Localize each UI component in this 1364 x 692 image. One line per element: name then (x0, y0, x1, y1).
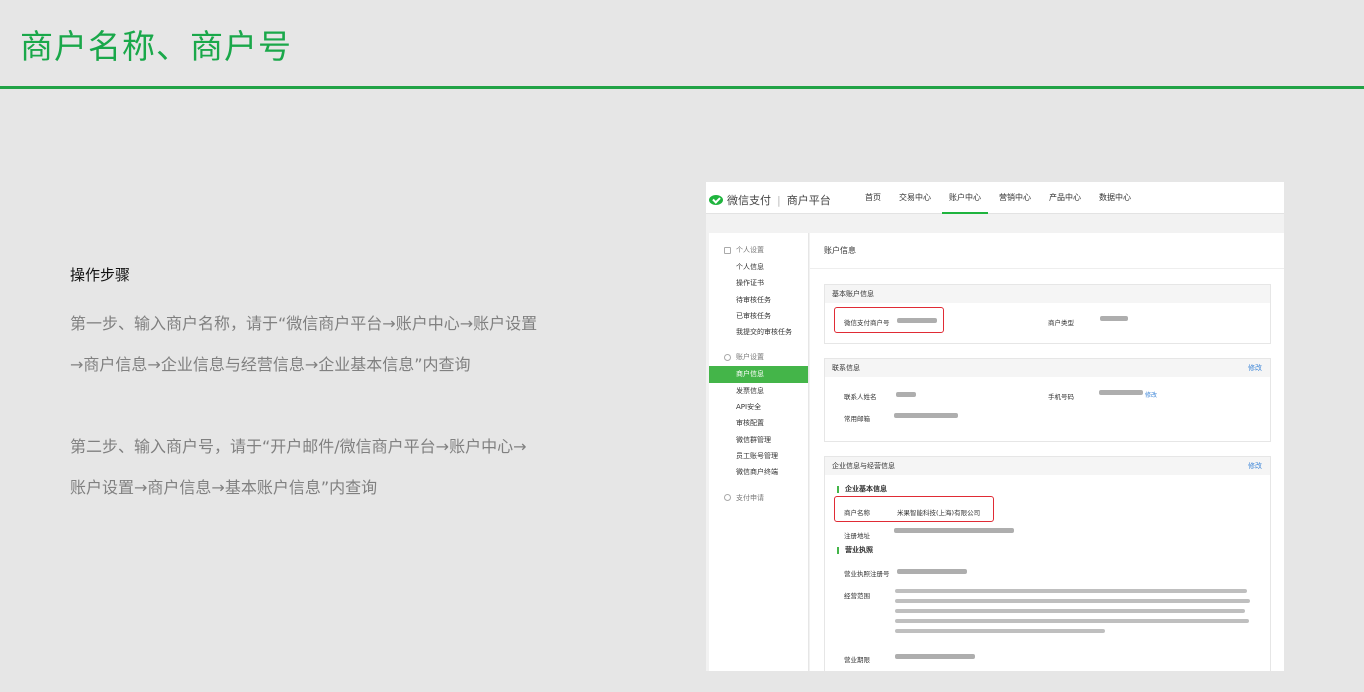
nav-account-center[interactable]: 账户中心 (940, 182, 990, 214)
contact-name-label: 联系人姓名 (844, 393, 877, 401)
brand-separator: | (777, 193, 781, 207)
step2-line2: 账户设置→商户信息→基本账户信息”内查询 (70, 478, 378, 497)
grid-icon (724, 246, 731, 254)
company-card: 企业信息与经营信息 修改 企业基本信息 商户名称 米果智能科技(上海)有限公司 … (824, 456, 1271, 671)
nav-products[interactable]: 产品中心 (1040, 182, 1090, 214)
address-label: 注册地址 (844, 532, 870, 540)
top-navbar: 微信支付 | 商户平台 首页 交易中心 账户中心 营销中心 产品中心 数据中心 (706, 182, 1284, 214)
sidebar-item-wechat-group[interactable]: 微信群管理 (709, 432, 808, 448)
instructions-heading: 操作步骤 (70, 266, 131, 284)
step1-line1: 第一步、输入商户名称，请于“微信商户平台→账户中心→账户设置 (70, 314, 538, 333)
company-edit-link[interactable]: 修改 (1248, 457, 1262, 475)
sidebar-item-certificate[interactable]: 操作证书 (709, 275, 808, 291)
company-basic-subheading: 企业基本信息 (837, 486, 887, 493)
sidebar-item-invoice[interactable]: 发票信息 (709, 383, 808, 399)
card-title-text: 联系信息 (832, 364, 860, 372)
email-redacted (894, 413, 958, 418)
nav-marketing[interactable]: 营销中心 (990, 182, 1040, 214)
sidebar-group-label: 支付申请 (736, 493, 764, 502)
sidebar-item-reviewed[interactable]: 已审核任务 (709, 308, 808, 324)
title-divider (0, 86, 1364, 89)
phone-label: 手机号码 (1048, 393, 1074, 401)
sidebar-item-my-submissions[interactable]: 我提交的审核任务 (709, 324, 808, 340)
sidebar-group-account: 账户设置 (709, 340, 808, 366)
sidebar-item-staff-accounts[interactable]: 员工账号管理 (709, 448, 808, 464)
highlight-merchant-name (834, 496, 994, 522)
highlight-merchant-id (834, 307, 944, 333)
nav-data[interactable]: 数据中心 (1090, 182, 1140, 214)
card-title: 联系信息 修改 (825, 359, 1270, 377)
instructions: 操作步骤 第一步、输入商户名称，请于“微信商户平台→账户中心→账户设置 →商户信… (70, 264, 630, 508)
sidebar-item-api-security[interactable]: API安全 (709, 399, 808, 415)
business-scope-label: 经营范围 (844, 592, 870, 600)
brand-platform: 商户平台 (786, 194, 831, 207)
business-scope-redacted (895, 589, 1255, 639)
main-nav: 首页 交易中心 账户中心 营销中心 产品中心 数据中心 (856, 182, 1140, 214)
sidebar-item-terminal[interactable]: 微信商户终端 (709, 464, 808, 480)
sidebar-item-pending-review[interactable]: 待审核任务 (709, 292, 808, 308)
license-number-redacted (897, 569, 967, 574)
license-subheading: 营业执照 (837, 547, 873, 554)
card-title-text: 企业信息与经营信息 (832, 462, 895, 470)
email-label: 常用邮箱 (844, 415, 870, 423)
phone-redacted (1099, 390, 1143, 395)
sidebar-group-apply[interactable]: 支付申请 (709, 481, 808, 507)
page-title: 账户信息 (810, 233, 1284, 269)
license-number-label: 营业执照注册号 (844, 570, 890, 578)
contact-card: 联系信息 修改 联系人姓名 手机号码 修改 常用邮箱 (824, 358, 1271, 442)
main-content: 账户信息 基本账户信息 微信支付商户号 商户类型 联系信息 修改 联系人姓名 手… (810, 233, 1284, 671)
sidebar-group-label: 账户设置 (736, 353, 764, 362)
brand[interactable]: 微信支付 | 商户平台 (709, 192, 831, 208)
business-term-redacted (895, 654, 975, 659)
slide-title: 商户名称、商户号 (20, 27, 292, 66)
nav-transactions[interactable]: 交易中心 (890, 182, 940, 214)
gear-icon (724, 353, 731, 361)
wechat-pay-icon (709, 195, 723, 205)
sidebar-group-label: 个人设置 (736, 246, 764, 254)
card-title: 企业信息与经营信息 修改 (825, 457, 1270, 475)
sidebar-group-personal: 个人设置 (709, 233, 808, 259)
step1-line2: →商户信息→企业信息与经营信息→企业基本信息”内查询 (70, 355, 471, 374)
merchant-type-value-redacted (1100, 316, 1128, 321)
sidebar-item-review-config[interactable]: 审核配置 (709, 415, 808, 431)
contact-name-redacted (896, 392, 916, 397)
nav-home[interactable]: 首页 (856, 182, 890, 214)
sidebar-item-personal-info[interactable]: 个人信息 (709, 259, 808, 275)
business-term-label: 营业期限 (844, 656, 870, 664)
contact-edit-link[interactable]: 修改 (1248, 359, 1262, 377)
sidebar: 个人设置 个人信息 操作证书 待审核任务 已审核任务 我提交的审核任务 账户设置… (709, 233, 809, 671)
step2-line1: 第二步、输入商户号，请于“开户邮件/微信商户平台→账户中心→ (70, 437, 527, 456)
brand-name: 微信支付 (727, 194, 771, 207)
sidebar-item-merchant-info[interactable]: 商户信息 (709, 366, 808, 383)
basic-account-card: 基本账户信息 微信支付商户号 商户类型 (824, 284, 1271, 344)
address-redacted (894, 528, 1014, 533)
merchant-type-label: 商户类型 (1048, 319, 1074, 327)
phone-edit-link[interactable]: 修改 (1145, 390, 1157, 399)
merchant-platform-screenshot: 微信支付 | 商户平台 首页 交易中心 账户中心 营销中心 产品中心 数据中心 … (706, 182, 1284, 671)
chat-icon (724, 494, 731, 502)
card-title: 基本账户信息 (825, 285, 1270, 303)
